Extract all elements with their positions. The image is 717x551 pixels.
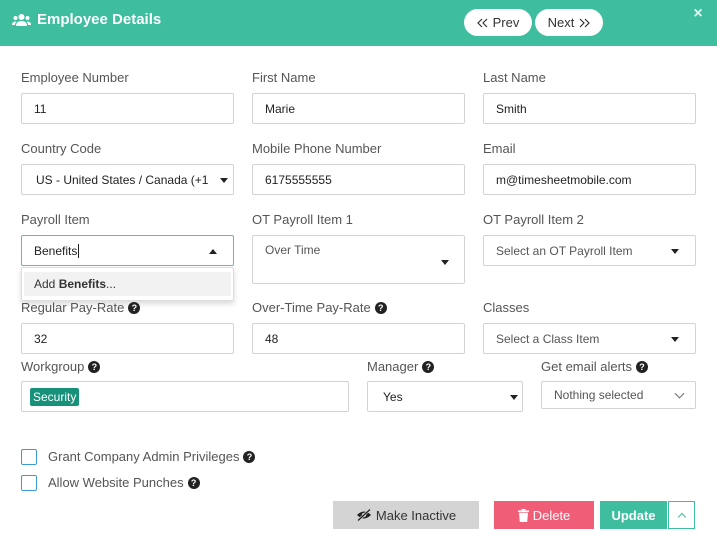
option-suffix: ... <box>106 277 117 291</box>
mobile-phone-input[interactable]: 6175555555 <box>252 164 465 195</box>
make-inactive-button[interactable]: Make Inactive <box>333 501 479 529</box>
first-name-input[interactable]: Marie <box>252 93 465 124</box>
country-code-label: Country Code <box>21 141 102 156</box>
delete-button[interactable]: Delete <box>494 501 594 529</box>
ot-payroll-2-placeholder: Select an OT Payroll Item <box>496 243 633 258</box>
close-icon[interactable]: × <box>691 6 705 22</box>
caret-down-icon <box>671 336 679 342</box>
website-punches-label-text: Allow Website Punches <box>48 475 184 490</box>
question-circle-icon[interactable]: ? <box>243 450 256 463</box>
mobile-phone-label: Mobile Phone Number <box>252 141 382 156</box>
question-circle-icon[interactable]: ? <box>374 301 387 314</box>
option-prefix: Add <box>34 277 59 291</box>
manager-select[interactable]: Yes <box>367 381 523 412</box>
first-name-value: Marie <box>265 101 296 116</box>
email-label: Email <box>483 141 516 156</box>
add-benefits-option[interactable]: Add Benefits ... <box>24 272 231 296</box>
double-chevron-left-icon <box>476 18 488 27</box>
caret-down-icon <box>510 394 518 400</box>
overtime-pay-rate-label-text: Over-Time Pay-Rate <box>252 300 371 315</box>
workgroup-label-text: Workgroup <box>21 359 85 374</box>
ot-payroll-2-select[interactable]: Select an OT Payroll Item <box>483 235 696 266</box>
overtime-pay-rate-input[interactable]: 48 <box>252 323 465 354</box>
regular-pay-rate-value: 32 <box>34 331 48 346</box>
double-chevron-right-icon <box>579 18 591 27</box>
manager-label-text: Manager <box>367 359 419 374</box>
question-circle-icon[interactable]: ? <box>422 360 435 373</box>
modal-title-text: Employee Details <box>37 11 162 28</box>
first-name-label: First Name <box>252 70 316 85</box>
ot-payroll-1-select[interactable]: Over Time <box>252 235 465 284</box>
ot-payroll-1-label: OT Payroll Item 1 <box>252 212 353 227</box>
make-inactive-label: Make Inactive <box>375 507 457 523</box>
caret-down-icon <box>671 248 679 254</box>
regular-pay-rate-input[interactable]: 32 <box>21 323 234 354</box>
last-name-input[interactable]: Smith <box>483 93 696 124</box>
update-label: Update <box>611 507 656 523</box>
prev-label: Prev <box>492 15 520 30</box>
update-options-button[interactable] <box>668 501 695 529</box>
employee-number-value: 11 <box>34 101 47 116</box>
prev-button[interactable]: Prev <box>464 9 532 36</box>
caret-up-icon <box>209 248 217 254</box>
email-alerts-label: Get email alerts ? <box>541 359 649 374</box>
caret-down-icon <box>441 259 449 265</box>
ot-payroll-1-value: Over Time <box>265 243 321 257</box>
delete-label: Delete <box>532 507 571 523</box>
question-circle-icon[interactable]: ? <box>187 476 200 489</box>
website-punches-checkbox[interactable] <box>21 475 37 491</box>
caret-down-icon <box>220 177 228 183</box>
chevron-down-icon <box>674 388 685 399</box>
question-circle-icon[interactable]: ? <box>88 360 101 373</box>
modal-header: Employee Details Prev Next × <box>0 0 717 46</box>
country-code-select[interactable]: US - United States / Canada (+1 <box>21 164 234 195</box>
workgroup-tag[interactable]: Security <box>30 387 80 406</box>
next-label: Next <box>547 15 575 30</box>
employee-number-input[interactable]: 11 <box>21 93 234 124</box>
workgroup-tag-input[interactable]: Security <box>21 381 349 412</box>
payroll-item-label: Payroll Item <box>21 212 90 227</box>
trash-icon <box>517 508 529 522</box>
admin-privileges-checkbox[interactable] <box>21 449 37 465</box>
update-button[interactable]: Update <box>600 501 667 529</box>
option-bold: Benefits <box>58 277 107 291</box>
ot-payroll-2-label: OT Payroll Item 2 <box>483 212 584 227</box>
regular-pay-rate-label: Regular Pay-Rate ? <box>21 300 141 315</box>
email-value: m@timesheetmobile.com <box>496 172 632 187</box>
payroll-item-select[interactable]: Benefits <box>21 235 234 266</box>
users-icon <box>12 13 31 26</box>
overtime-pay-rate-label: Over-Time Pay-Rate ? <box>252 300 387 315</box>
modal-title: Employee Details <box>12 11 161 28</box>
eye-slash-icon <box>356 509 371 521</box>
email-alerts-placeholder: Nothing selected <box>554 388 644 402</box>
classes-placeholder: Select a Class Item <box>496 331 600 346</box>
question-circle-icon[interactable]: ? <box>128 301 141 314</box>
email-input[interactable]: m@timesheetmobile.com <box>483 164 696 195</box>
website-punches-label: Allow Website Punches ? <box>48 475 200 490</box>
next-button[interactable]: Next <box>535 9 603 36</box>
admin-privileges-label: Grant Company Admin Privileges ? <box>48 449 256 464</box>
last-name-label: Last Name <box>483 70 546 85</box>
mobile-phone-value: 6175555555 <box>265 172 332 187</box>
payroll-item-dropdown: Add Benefits ... <box>21 267 234 301</box>
classes-select[interactable]: Select a Class Item <box>483 323 696 354</box>
admin-privileges-label-text: Grant Company Admin Privileges <box>48 449 240 464</box>
email-alerts-select[interactable]: Nothing selected <box>541 381 696 409</box>
classes-label: Classes <box>483 300 530 315</box>
workgroup-label: Workgroup ? <box>21 359 101 374</box>
question-circle-icon[interactable]: ? <box>636 360 649 373</box>
overtime-pay-rate-value: 48 <box>265 331 279 346</box>
email-alerts-label-text: Get email alerts <box>541 359 633 374</box>
employee-number-label: Employee Number <box>21 70 129 85</box>
regular-pay-rate-label-text: Regular Pay-Rate <box>21 300 125 315</box>
country-code-value: US - United States / Canada (+1 <box>36 172 209 187</box>
manager-label: Manager ? <box>367 359 435 374</box>
chevron-up-icon <box>677 512 686 522</box>
text-cursor <box>78 243 80 258</box>
last-name-value: Smith <box>496 101 527 116</box>
payroll-item-value: Benefits <box>34 243 78 258</box>
manager-value: Yes <box>383 389 403 404</box>
